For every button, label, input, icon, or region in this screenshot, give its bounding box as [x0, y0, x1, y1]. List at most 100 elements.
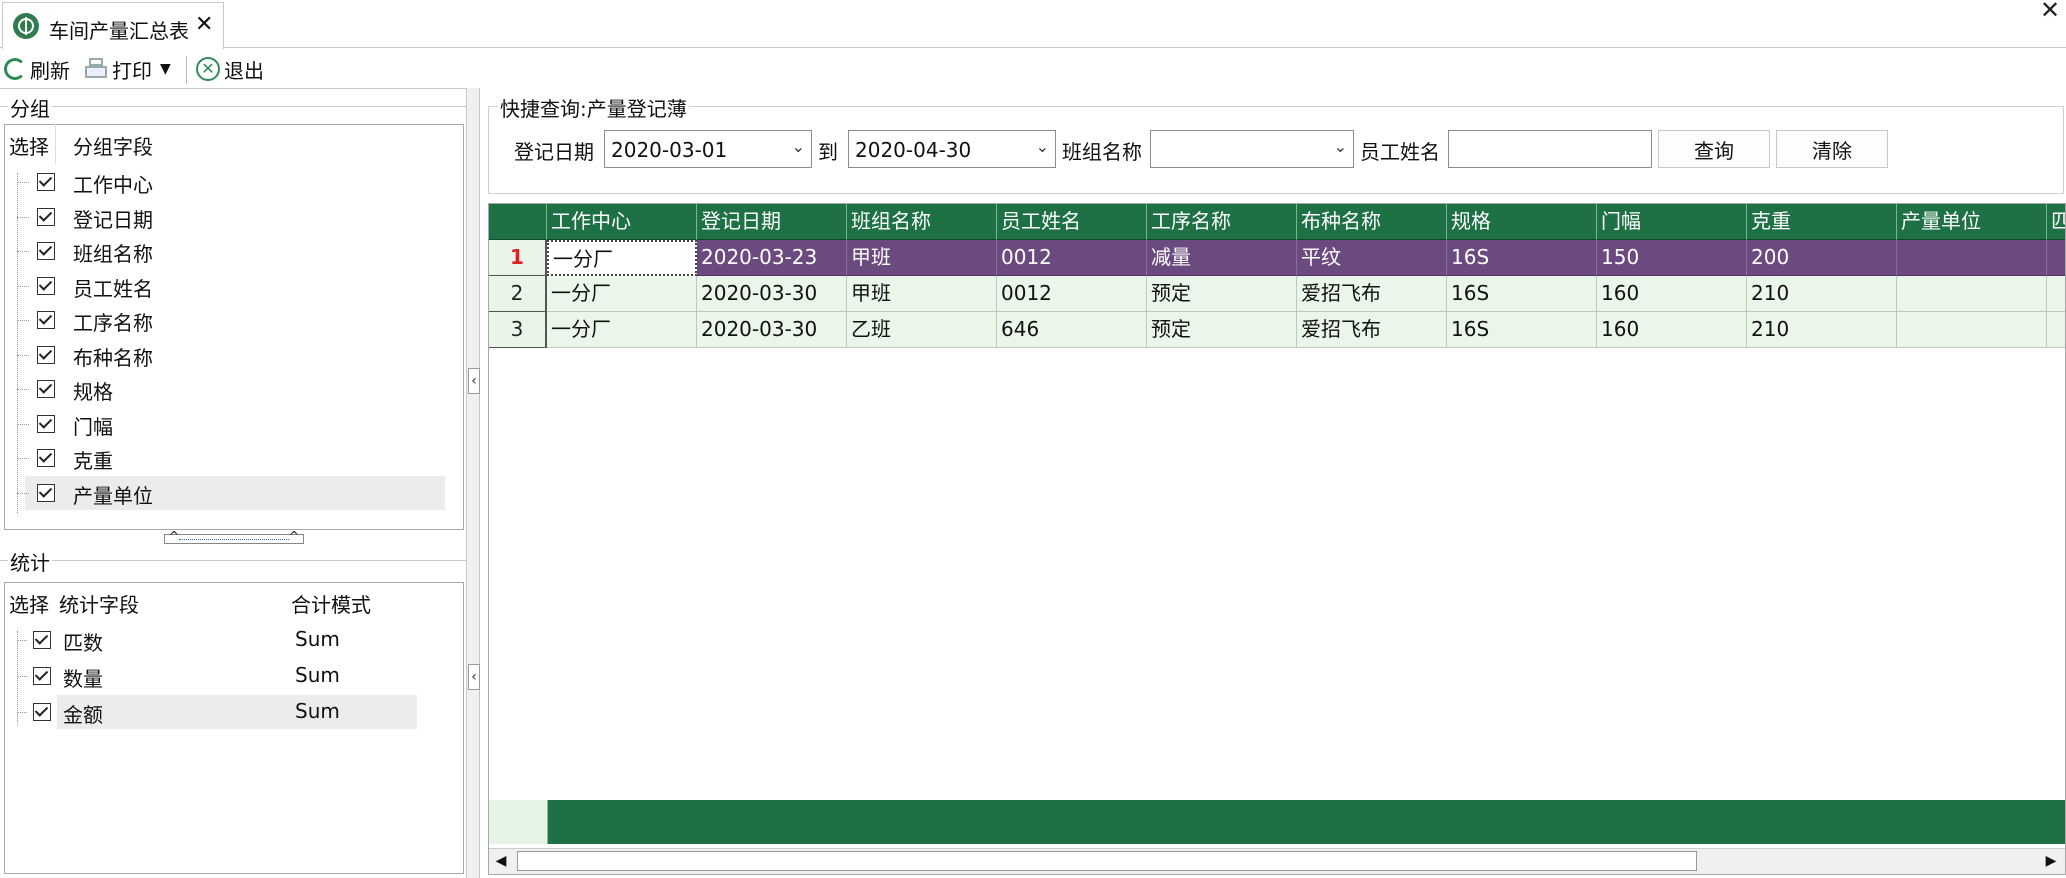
refresh-button[interactable]: 刷新 [4, 52, 70, 86]
team-select[interactable]: ⌄ [1150, 130, 1354, 168]
group-field-checkbox[interactable] [37, 483, 55, 502]
date-from-picker[interactable]: 2020-03-01 ⌄ [604, 130, 812, 168]
grid-cell[interactable]: 16S [1447, 276, 1597, 312]
group-field-checkbox[interactable] [37, 414, 55, 433]
collapse-left-icon[interactable]: ‹ [468, 368, 480, 394]
grid-cell[interactable]: 200 [1747, 240, 1897, 276]
grid-cell[interactable]: 150 [1597, 240, 1747, 276]
group-field-row[interactable]: 员工姓名 [5, 269, 445, 303]
column-header[interactable]: 产量单位 [1897, 204, 2047, 240]
column-header[interactable]: 克重 [1747, 204, 1897, 240]
grid-cell[interactable]: 210 [1747, 312, 1897, 348]
column-header[interactable]: 工作中心 [547, 204, 697, 240]
group-field-row[interactable]: 规格 [5, 372, 445, 406]
grid-cell[interactable]: 一分厂 [547, 276, 697, 312]
group-field-row[interactable]: 工序名称 [5, 303, 445, 337]
clear-button[interactable]: 清除 [1776, 130, 1888, 168]
group-field-checkbox[interactable] [37, 276, 55, 295]
grid-cell[interactable]: 0012 [997, 276, 1147, 312]
horizontal-scrollbar[interactable]: ◀ ▶ [489, 848, 2065, 874]
grid-cell[interactable] [1897, 312, 2047, 348]
grid-cell[interactable]: 预定 [1147, 276, 1297, 312]
grid-cell[interactable]: 减量 [1147, 240, 1297, 276]
date-to-picker[interactable]: 2020-04-30 ⌄ [848, 130, 1056, 168]
column-header[interactable]: 布种名称 [1297, 204, 1447, 240]
exit-button[interactable]: ✕ 退出 [196, 52, 264, 86]
group-field-row[interactable]: 产量单位 [17, 475, 445, 510]
column-header[interactable]: 匹 [2047, 204, 2065, 240]
grid-cell[interactable]: 2020-03-30 [697, 312, 847, 348]
vertical-splitter[interactable]: ‹ ‹ [466, 88, 480, 878]
footer-indicator [489, 800, 548, 844]
grid-cell[interactable]: 160 [1597, 276, 1747, 312]
group-field-row[interactable]: 克重 [5, 441, 445, 475]
panel-splitter[interactable]: ^ ^ [164, 529, 304, 544]
search-button[interactable]: 查询 [1658, 130, 1770, 168]
grid-cell[interactable]: 2020-03-23 [697, 240, 847, 276]
grid-cell[interactable]: 160 [1597, 312, 1747, 348]
grid-cell[interactable]: 16S [1447, 240, 1597, 276]
document-tab[interactable]: 车间产量汇总表 ✕ [2, 2, 224, 49]
collapse-left-icon[interactable]: ‹ [468, 664, 480, 690]
row-number[interactable]: 2 [489, 276, 547, 312]
stat-field-row[interactable]: 数量 Sum [5, 659, 415, 693]
grid-cell[interactable]: 爱招飞布 [1297, 312, 1447, 348]
grid-cell[interactable]: 一分厂 [547, 312, 697, 348]
chevron-down-icon[interactable]: ⌄ [1334, 137, 1347, 156]
scroll-right-icon[interactable]: ▶ [2041, 851, 2061, 871]
row-number[interactable]: 1 [489, 240, 547, 276]
grid-cell[interactable]: 0012 [997, 240, 1147, 276]
chevron-down-icon[interactable]: ⌄ [1036, 137, 1049, 156]
scrollbar-thumb[interactable] [517, 851, 1697, 871]
tab-close-icon[interactable]: ✕ [195, 12, 213, 37]
group-field-checkbox[interactable] [37, 242, 55, 260]
tree-line [17, 458, 29, 459]
grid-cell[interactable] [2047, 240, 2065, 276]
stat-field-checkbox[interactable] [33, 703, 51, 721]
grid-cell[interactable] [1897, 276, 2047, 312]
grid-cell[interactable]: 乙班 [847, 312, 997, 348]
group-field-checkbox[interactable] [37, 380, 55, 398]
group-field-checkbox[interactable] [37, 207, 55, 226]
group-field-row[interactable]: 工作中心 [5, 165, 445, 199]
group-field-checkbox[interactable] [37, 311, 55, 329]
grid-cell[interactable]: 210 [1747, 276, 1897, 312]
grid-cell[interactable]: 甲班 [847, 276, 997, 312]
grid-cell[interactable]: 646 [997, 312, 1147, 348]
grid-cell[interactable]: 预定 [1147, 312, 1297, 348]
stat-field-checkbox[interactable] [33, 631, 51, 649]
stat-field-checkbox[interactable] [33, 667, 51, 685]
chevron-down-icon[interactable]: ▼ [160, 61, 171, 77]
stat-field-row[interactable]: 匹数 Sum [5, 623, 415, 657]
window-close-icon[interactable]: ✕ [2040, 0, 2060, 24]
group-field-row[interactable]: 班组名称 [5, 234, 445, 268]
row-number[interactable]: 3 [489, 312, 547, 348]
group-field-checkbox[interactable] [37, 173, 55, 191]
column-header[interactable]: 规格 [1447, 204, 1597, 240]
grid-cell[interactable]: 2020-03-30 [697, 276, 847, 312]
grid-cell[interactable]: 16S [1447, 312, 1597, 348]
grid-cell[interactable] [2047, 276, 2065, 312]
group-field-row[interactable]: 门幅 [5, 407, 445, 441]
print-button[interactable]: 打印 ▼ [84, 52, 171, 86]
group-field-checkbox[interactable] [37, 449, 55, 467]
group-field-row[interactable]: 布种名称 [5, 338, 445, 372]
stat-field-row[interactable]: 金额 Sum [17, 695, 417, 729]
grid-cell[interactable]: 甲班 [847, 240, 997, 276]
data-grid[interactable]: 工作中心登记日期班组名称员工姓名工序名称布种名称规格门幅克重产量单位匹1一分厂2… [488, 203, 2066, 875]
grid-cell[interactable]: 平纹 [1297, 240, 1447, 276]
column-header[interactable]: 员工姓名 [997, 204, 1147, 240]
column-header[interactable]: 班组名称 [847, 204, 997, 240]
column-header[interactable]: 工序名称 [1147, 204, 1297, 240]
column-header[interactable]: 门幅 [1597, 204, 1747, 240]
grid-cell[interactable]: 一分厂 [547, 240, 697, 276]
group-field-row[interactable]: 登记日期 [5, 200, 445, 234]
grid-cell[interactable] [1897, 240, 2047, 276]
chevron-down-icon[interactable]: ⌄ [792, 137, 805, 156]
column-header[interactable]: 登记日期 [697, 204, 847, 240]
group-field-checkbox[interactable] [37, 345, 55, 364]
grid-cell[interactable] [2047, 312, 2065, 348]
employee-input[interactable] [1448, 130, 1652, 168]
grid-cell[interactable]: 爱招飞布 [1297, 276, 1447, 312]
scroll-left-icon[interactable]: ◀ [491, 851, 511, 871]
